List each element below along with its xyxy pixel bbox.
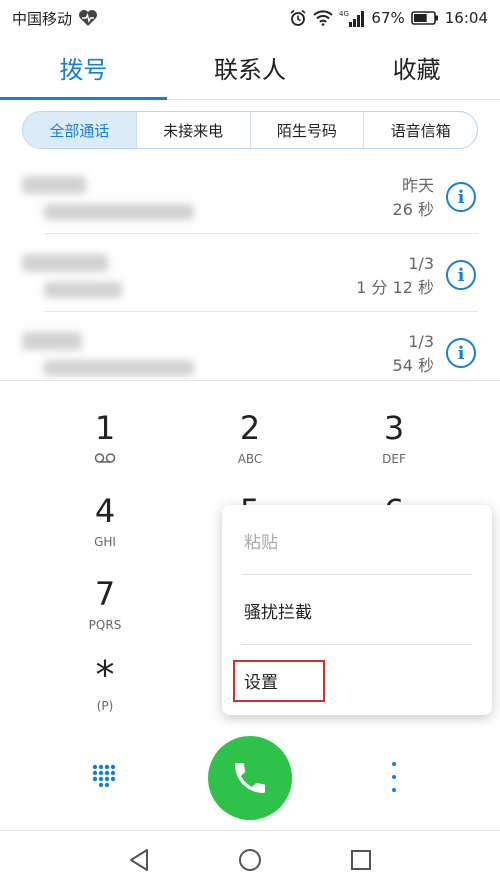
battery-percent: 67% <box>371 9 405 27</box>
dialpad-toggle-icon[interactable] <box>92 764 118 790</box>
recents-icon[interactable] <box>348 847 374 873</box>
alarm-icon <box>289 9 307 27</box>
status-bar: 中国移动 4G 67% 16:04 <box>0 0 500 36</box>
menu-item-paste[interactable]: 粘贴 <box>222 505 492 575</box>
contact-name-redacted <box>22 332 82 350</box>
call-log-row[interactable]: 昨天 26 秒 i <box>0 158 500 234</box>
highlight-annotation <box>233 660 325 702</box>
info-icon: i <box>457 186 465 208</box>
key-digit: 1 <box>94 409 116 447</box>
menu-item-harassment-block[interactable]: 骚扰拦截 <box>222 575 492 645</box>
call-date: 昨天 <box>401 176 434 195</box>
contact-name-redacted <box>22 176 86 194</box>
key-digit: 4 <box>94 492 116 530</box>
dial-key-4[interactable]: 4 GHI <box>45 491 165 571</box>
call-duration: 26 秒 <box>392 200 434 219</box>
dial-key-7[interactable]: 7 PQRS <box>45 574 165 654</box>
tab-contacts[interactable]: 联系人 <box>167 36 334 99</box>
contact-location-redacted <box>44 282 122 298</box>
call-duration: 1 分 12 秒 <box>356 278 434 297</box>
heart-rate-icon <box>78 9 98 27</box>
filter-unknown-numbers[interactable]: 陌生号码 <box>249 112 364 148</box>
call-date: 1/3 <box>408 254 434 273</box>
battery-icon <box>410 10 439 26</box>
network-type: 4G <box>339 10 349 18</box>
call-log-list: 昨天 26 秒 i 1/3 1 分 12 秒 i 1/3 54 秒 i <box>0 158 500 380</box>
key-letters: DEF <box>382 452 406 466</box>
dial-key-2[interactable]: 2 ABC <box>190 408 310 488</box>
signal-icon: 4G <box>339 9 365 27</box>
call-button[interactable] <box>208 736 292 820</box>
filter-missed-calls[interactable]: 未接来电 <box>135 112 250 148</box>
row-divider <box>44 311 478 312</box>
contact-location-redacted <box>44 204 194 220</box>
dial-key-1[interactable]: 1 <box>45 408 165 488</box>
home-icon[interactable] <box>237 847 263 873</box>
carrier-name: 中国移动 <box>12 9 73 28</box>
call-log-row[interactable]: 1/3 54 秒 i <box>0 314 500 380</box>
key-digit: 7 <box>94 575 116 613</box>
call-info-button[interactable]: i <box>446 260 476 290</box>
key-digit: 2 <box>239 409 261 447</box>
key-letters: (P) <box>96 699 114 713</box>
contact-location-redacted <box>44 360 194 376</box>
call-date: 1/3 <box>408 332 434 351</box>
contact-name-redacted <box>22 254 108 272</box>
clock: 16:04 <box>444 9 488 27</box>
dial-key-3[interactable]: 3 DEF <box>334 408 454 488</box>
more-options-icon[interactable] <box>386 762 402 792</box>
voicemail-icon <box>94 452 116 467</box>
info-icon: i <box>457 264 465 286</box>
call-info-button[interactable]: i <box>446 182 476 212</box>
filter-all-calls[interactable]: 全部通话 <box>23 112 136 148</box>
key-digit: * <box>95 653 115 697</box>
key-digit: 3 <box>383 409 405 447</box>
system-nav-bar <box>0 830 500 889</box>
back-icon[interactable] <box>126 847 152 873</box>
key-letters: GHI <box>94 535 116 549</box>
info-icon: i <box>457 342 465 364</box>
call-filter-segmented: 全部通话 未接来电 陌生号码 语音信箱 <box>22 111 478 149</box>
phone-icon <box>235 763 265 793</box>
key-letters: ABC <box>237 452 263 466</box>
row-divider <box>44 233 478 234</box>
call-info-button[interactable]: i <box>446 338 476 368</box>
call-log-row[interactable]: 1/3 1 分 12 秒 i <box>0 236 500 312</box>
top-tabs: 拨号 联系人 收藏 <box>0 36 500 100</box>
dial-key-star[interactable]: * (P) <box>45 655 165 735</box>
tab-favorites[interactable]: 收藏 <box>333 36 500 99</box>
tab-dial[interactable]: 拨号 <box>0 36 167 100</box>
wifi-icon <box>313 10 334 26</box>
filter-voicemail[interactable]: 语音信箱 <box>363 112 477 148</box>
key-letters: PQRS <box>88 618 122 632</box>
call-duration: 54 秒 <box>392 356 434 375</box>
